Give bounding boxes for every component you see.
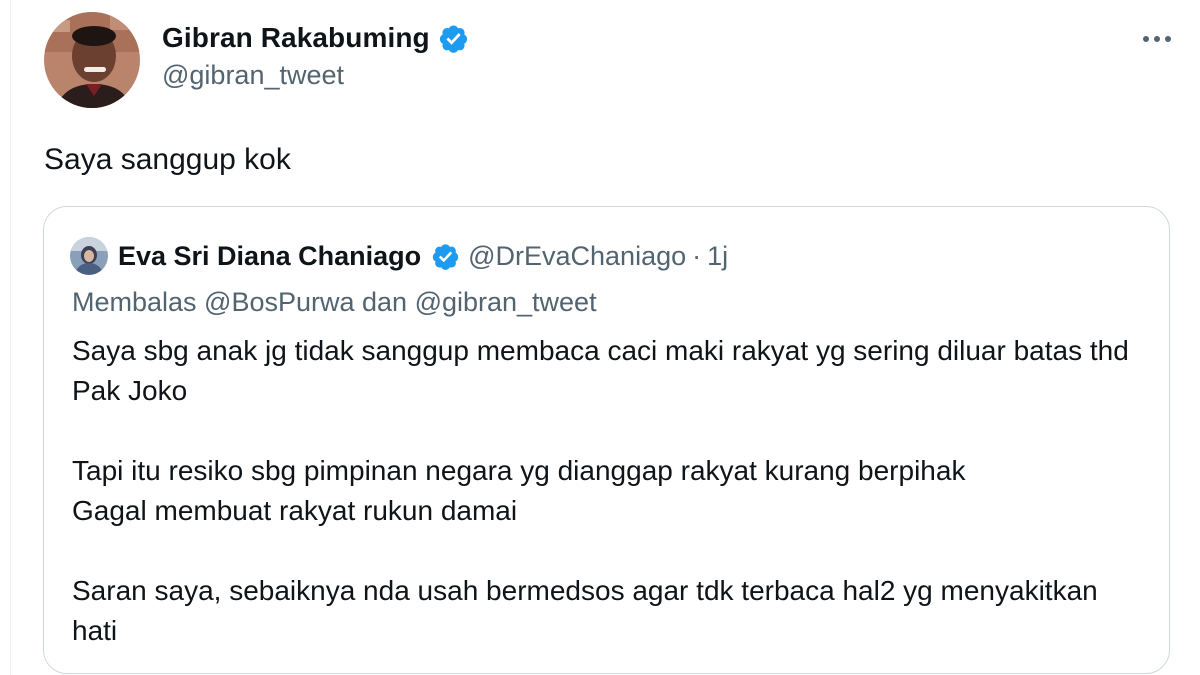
quoted-tweet-header: Eva Sri Diana Chaniago @DrEvaChaniago · …	[70, 237, 728, 275]
reply-context: Membalas @BosPurwa dan @gibran_tweet	[72, 287, 597, 317]
quoted-author-avatar[interactable]	[70, 237, 108, 275]
verified-badge-icon	[431, 242, 460, 271]
quoted-author-handle[interactable]: @DrEvaChaniago	[468, 241, 686, 272]
quoted-tweet-card[interactable]: Eva Sri Diana Chaniago @DrEvaChaniago · …	[43, 206, 1170, 674]
quoted-author-display-name[interactable]: Eva Sri Diana Chaniago	[118, 241, 421, 272]
tweet-author: Gibran Rakabuming @gibran_tweet	[162, 22, 469, 91]
more-options-icon[interactable]	[1138, 20, 1176, 58]
author-handle[interactable]: @gibran_tweet	[162, 60, 469, 91]
author-display-name[interactable]: Gibran Rakabuming	[162, 22, 430, 54]
quoted-tweet-timestamp[interactable]: 1j	[707, 241, 728, 272]
timeline-border	[10, 0, 11, 675]
verified-badge-icon	[438, 23, 469, 54]
quoted-paragraph: Tapi itu resiko sbg pimpinan negara yg d…	[72, 455, 966, 526]
author-avatar[interactable]	[44, 12, 140, 108]
quoted-tweet-text: Saya sbg anak jg tidak sanggup membaca c…	[72, 331, 1132, 651]
quoted-paragraph: Saya sbg anak jg tidak sanggup membaca c…	[72, 335, 1129, 406]
tweet-text: Saya sanggup kok	[44, 143, 291, 176]
quoted-paragraph: Saran saya, sebaiknya nda usah bermedsos…	[72, 575, 1098, 646]
meta-separator: ·	[692, 240, 702, 271]
